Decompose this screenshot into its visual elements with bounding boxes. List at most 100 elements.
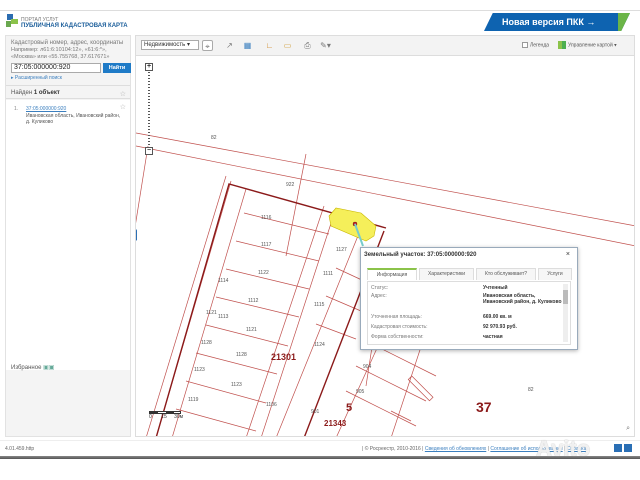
parcel-label: 5 (346, 402, 352, 414)
hint-title: Кадастровый номер, адрес, координаты (11, 40, 124, 46)
zoom-out-button[interactable]: − (145, 147, 153, 155)
map-toolbar: Недвижимость ▾ ⌖ ↗ ▦ ∟ ▭ ⎙ ✎▾ Легенда Уп… (136, 36, 634, 56)
select-tool-icon[interactable]: ⌖ (202, 40, 213, 51)
measure-tool-icon[interactable]: ↗ (224, 40, 235, 51)
legend-checkbox[interactable]: Легенда (522, 42, 549, 48)
scale-30: 30м (174, 414, 184, 420)
close-icon[interactable]: × (566, 251, 570, 258)
row-value: частная (483, 334, 503, 340)
parcel-label: 82 (528, 387, 534, 393)
row-area: Уточненная площадь: 669.00 кв. м (371, 314, 561, 320)
advanced-search-link[interactable]: ▸ Расширенный поиск (11, 75, 62, 81)
scale-bar: 0 15 30м (149, 411, 183, 420)
result-address: Ивановская область, Ивановский район, д.… (26, 113, 121, 125)
parcel-label: 922 (286, 182, 295, 188)
layer-select[interactable]: Недвижимость ▾ (141, 40, 199, 50)
parcel-label: 1128 (201, 340, 212, 346)
popup-scrollbar[interactable] (563, 284, 568, 342)
identify-tool-icon[interactable]: ▦ (242, 40, 253, 51)
row-label: Кадастровая стоимость: (371, 324, 428, 330)
scale-15: 15 (161, 414, 167, 420)
zoom-in-button[interactable]: + (145, 63, 153, 71)
parcel-label: 1116 (261, 215, 272, 221)
row-value: Учтенный (483, 285, 508, 291)
bookmark-tool-icon[interactable]: ▭ (282, 40, 293, 51)
search-hint: Кадастровый номер, адрес, координаты Напр… (11, 40, 131, 61)
favorites-icons[interactable]: ▣▣ (43, 365, 54, 371)
parcel-label: 1119 (188, 397, 199, 403)
advanced-search-label: Расширенный поиск (14, 75, 62, 81)
parcel-label: 1112 (248, 298, 259, 304)
parcel-label: 1123 (194, 367, 205, 373)
parcel-label: 1121 (206, 310, 217, 316)
parcel-label: 1115 (314, 302, 325, 308)
found-header: Найден 1 объект ☆ (6, 85, 130, 99)
parcel-label: 1127 (336, 247, 347, 253)
scale-0: 0 (149, 414, 152, 420)
popup-tabs: Информация Характеристики Кто обслуживае… (367, 268, 572, 280)
selected-parcel[interactable] (328, 207, 377, 242)
parcel-label: 21301 (271, 352, 296, 362)
found-count: 1 объект (33, 90, 60, 96)
parcel-label: 901 (311, 409, 320, 415)
favorites-label: Избранное (11, 365, 42, 371)
tab-info[interactable]: Информация (367, 268, 417, 280)
new-version-button[interactable]: Новая версия ПКК → (484, 13, 630, 31)
map-area[interactable]: 82 922 1116 1117 1122 1112 1121 1121 1128 1128 112… (135, 35, 635, 437)
result-item[interactable]: 1. 37:05:000000:920 ☆ Ивановская область,… (6, 100, 130, 370)
tools-dropdown-icon[interactable]: ✎▾ (320, 40, 331, 51)
zoom-track[interactable] (148, 72, 150, 146)
parcel-info-popup: Земельный участок: 37:05:000000:920 × Ин… (360, 247, 578, 350)
search-input[interactable]: 37:05:000000:920 (11, 63, 101, 73)
area-tool-icon[interactable]: ∟ (264, 40, 275, 51)
twitter-icon[interactable] (614, 444, 622, 452)
app-title[interactable]: ПУБЛИЧНАЯ КАДАСТРОВАЯ КАРТА (21, 23, 128, 29)
parcel-label: 1117 (261, 242, 272, 248)
updates-link[interactable]: Сведения об обновлениях (425, 446, 486, 452)
tab-services[interactable]: Услуги (538, 268, 572, 280)
row-value: Ивановская область, Ивановский район, д.… (483, 293, 562, 305)
row-ownership: Форма собственности: частная (371, 334, 561, 340)
parcel-label: 904 (363, 364, 372, 370)
copyright: | © Росреестр, 2010-2016 | (362, 446, 424, 452)
tab-who-serves[interactable]: Кто обслуживает? (476, 268, 536, 280)
header-divider (0, 10, 640, 11)
row-value: 92 970.93 руб. (483, 324, 517, 330)
star-icon[interactable]: ☆ (120, 90, 126, 98)
parcel-label: 21343 (324, 419, 347, 428)
tab-characteristics[interactable]: Характеристики (419, 268, 474, 280)
favorites[interactable]: Избранное ▣▣ (11, 364, 54, 371)
find-button[interactable]: Найти (103, 63, 131, 73)
map-control-label: Управление картой ▾ (568, 42, 617, 49)
row-label: Статус: (371, 285, 389, 291)
row-status: Статус: Учтенный (371, 285, 561, 291)
result-number: 1. (14, 106, 19, 112)
parcel-label: 905 (356, 389, 365, 395)
print-icon[interactable]: ⎙ (302, 40, 313, 51)
map-control-dropdown[interactable]: Управление картой ▾ (558, 41, 617, 49)
found-prefix: Найден (11, 90, 34, 96)
zoom-box-icon[interactable]: ⌕ (626, 425, 630, 433)
row-address: Адрес: Ивановская область, Ивановский рай… (371, 293, 562, 305)
legend-label: Легенда (530, 42, 550, 49)
result-link[interactable]: 37:05:000000:920 (26, 106, 66, 112)
star-icon[interactable]: ☆ (120, 104, 126, 111)
parcel-label: 1111 (323, 271, 333, 277)
row-label: Форма собственности: (371, 334, 424, 340)
zoom-slider[interactable]: + − (145, 63, 153, 155)
facebook-icon[interactable] (624, 444, 632, 452)
hint-example: Например: л61:6:10104:12», «61:6:*», «Мо… (11, 47, 110, 60)
parcel-label: 1113 (218, 314, 229, 320)
parcel-label: 1106 (266, 402, 277, 408)
watermark: Avito (536, 436, 591, 461)
parcel-label: 82 (211, 135, 217, 141)
sidebar: Кадастровый номер, адрес, координаты Напр… (5, 35, 131, 437)
parcel-label: 1114 (218, 278, 229, 284)
row-label: Уточненная площадь: (371, 314, 422, 320)
parcel-label: 1128 (236, 352, 247, 358)
parcel-label: 1123 (231, 382, 242, 388)
row-cost: Кадастровая стоимость: 92 970.93 руб. (371, 324, 561, 330)
row-label: Адрес: (371, 293, 387, 299)
popup-title: Земельный участок: 37:05:000000:920 (364, 252, 477, 258)
map-control-icon (558, 41, 566, 49)
